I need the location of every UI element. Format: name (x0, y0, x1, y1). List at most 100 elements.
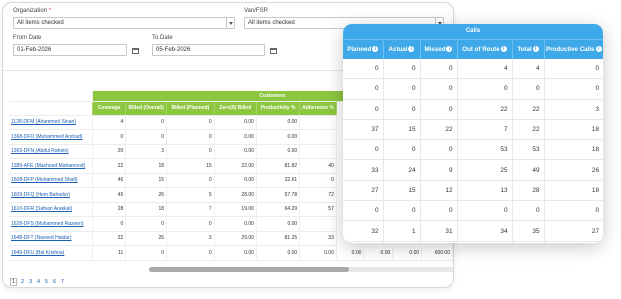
page-link[interactable]: 7 (60, 279, 65, 285)
calls-cell: 0 (383, 139, 421, 161)
calendar-icon[interactable] (131, 46, 140, 55)
calls-cell: 0 (544, 78, 603, 100)
table-cell: 0 (166, 144, 215, 159)
table-cell: 600.00 (421, 245, 453, 261)
table-cell: 81.25 (256, 231, 301, 246)
calls-cell: 32 (343, 220, 384, 242)
table-cell: 57 (299, 202, 337, 217)
salesman-link[interactable]: 1369-DFN (Abdul Raheis) (11, 148, 69, 154)
calls-cell: 25 (457, 159, 513, 181)
calls-cell: 11 (457, 241, 513, 243)
table-cell: 22.00 (214, 158, 257, 174)
salesman-link[interactable]: 1628-DFS (Muhammed Razeen) (11, 221, 84, 227)
organization-select[interactable]: All items checked (13, 17, 235, 29)
table-cell: 72 (299, 187, 337, 203)
calls-cell: 4 (457, 58, 513, 80)
table-cell: 33 (299, 231, 337, 246)
table-cell: 32.61 (256, 173, 301, 188)
table-cell: 28.00 (214, 187, 257, 203)
calls-cell: 18 (544, 119, 603, 141)
info-icon[interactable]: i (446, 46, 453, 53)
table-cell: 0.00 (392, 245, 423, 261)
calls-row: 0 0 0 22 22 3 (343, 99, 603, 120)
page-link[interactable]: 1 (10, 278, 18, 286)
calls-column-header: Total i (512, 39, 545, 59)
table-cell: 15 (166, 158, 215, 174)
calls-cell: 0 (383, 200, 421, 222)
calls-cell: 0 (420, 78, 458, 100)
table-cell: 0.00 (214, 115, 257, 130)
column-header: Zero(0) Billed (214, 101, 257, 116)
page-link[interactable]: 3 (28, 279, 33, 285)
calls-cell: 3 (544, 99, 603, 120)
info-icon[interactable]: i (500, 46, 507, 53)
salesman-link[interactable]: 1649-DFU (Bal Krishna) (11, 250, 64, 256)
calls-title: Calls (343, 24, 603, 39)
calls-cell: 0 (343, 200, 384, 222)
calls-row: 0 0 0 53 53 18 (343, 139, 603, 161)
calls-cell: 12 (420, 180, 458, 202)
salesman-cell: 1369-DFN (Abdul Raheis) (9, 144, 94, 159)
table-cell: 32 (92, 231, 127, 246)
table-cell: 0 (92, 129, 127, 145)
to-date-input[interactable]: 05-Feb-2026 (152, 44, 265, 56)
table-cell: 18 (125, 202, 168, 217)
calls-column-header: Planned i (343, 39, 384, 59)
salesman-link[interactable]: 1368-DFO (Muhammed Arshad) (11, 134, 82, 140)
column-header: Billed (Overall) (125, 101, 168, 116)
calls-cell: 7 (457, 119, 513, 141)
calls-column-label: Productive Calls (546, 45, 595, 53)
calls-row: 00011110 (343, 241, 603, 243)
calls-cell: 0 (383, 99, 421, 120)
app-root: Organization * All items checked Van/FSR… (0, 0, 621, 299)
calendar-icon[interactable] (269, 46, 278, 55)
info-icon[interactable]: i (532, 46, 539, 53)
calls-column-header: Actual i (383, 39, 421, 59)
salesman-link[interactable]: 1610-DFR (Safvan Arakkal) (11, 206, 72, 212)
table-cell: 15 (125, 173, 168, 188)
from-date-input[interactable]: 01-Feb-2026 (13, 44, 127, 56)
table-row: 1649-DFU (Bal Krishna) 11 0 0 0.00 0.00 0.00 0.… (9, 245, 453, 261)
calls-card: Calls Planned i Actual i Missed i Out of Route… (343, 24, 603, 243)
pagination: 1234567 (10, 278, 65, 286)
salesman-link[interactable]: 1609-DFQ (Hem Bahadur) (11, 192, 70, 198)
table-cell: 0.00 (336, 245, 365, 261)
calls-cell: 49 (512, 159, 545, 181)
page-link[interactable]: 2 (20, 279, 25, 285)
table-cell: 28 (92, 202, 127, 217)
salesman-link[interactable]: 1608-DFP (Mohammed Shafi) (11, 177, 78, 183)
calls-cell: 0 (343, 99, 384, 120)
info-icon[interactable]: i (595, 46, 602, 53)
table-cell: 19.00 (214, 202, 257, 217)
table-cell: 0.00 (214, 144, 257, 159)
table-cell: 0.00 (256, 216, 301, 232)
calls-cell: 0 (343, 58, 384, 80)
table-cell: 0.00 (214, 173, 257, 188)
info-icon[interactable]: i (372, 46, 379, 53)
page-link[interactable]: 6 (52, 279, 57, 285)
calls-row: 27 15 12 13 28 18 (343, 180, 603, 202)
table-cell: 40 (299, 158, 337, 174)
calls-cell: 0 (420, 241, 458, 243)
table-cell: 0 (125, 129, 168, 145)
calls-cell: 22 (512, 119, 545, 141)
table-cell: 0.00 (256, 245, 301, 261)
salesman-cell: 1648-DFT (Naveed Haidar) (9, 231, 94, 246)
calls-cell: 15 (383, 119, 421, 141)
salesman-link[interactable]: 1389-AFE (Mashood Mahamood) (11, 163, 85, 169)
calls-cell: 0 (420, 58, 458, 80)
page-link[interactable]: 5 (44, 279, 49, 285)
calls-row: 000000 (343, 200, 603, 222)
calls-cell: 0 (457, 78, 513, 100)
table-cell: 5 (166, 187, 215, 203)
page-link[interactable]: 4 (36, 279, 41, 285)
table-cell: 0.00 (256, 115, 301, 130)
organization-value: All items checked (17, 20, 64, 26)
scrollbar-thumb[interactable] (149, 267, 349, 272)
info-icon[interactable]: i (408, 46, 415, 53)
salesman-link[interactable]: 1128-DFM (Ahammed Sinan) (11, 119, 76, 125)
horizontal-scrollbar[interactable] (149, 267, 453, 272)
salesman-link[interactable]: 1648-DFT (Naveed Haidar) (11, 235, 72, 241)
calls-column-label: Actual (388, 45, 408, 53)
salesman-cell: 1609-DFQ (Hem Bahadur) (9, 187, 94, 203)
